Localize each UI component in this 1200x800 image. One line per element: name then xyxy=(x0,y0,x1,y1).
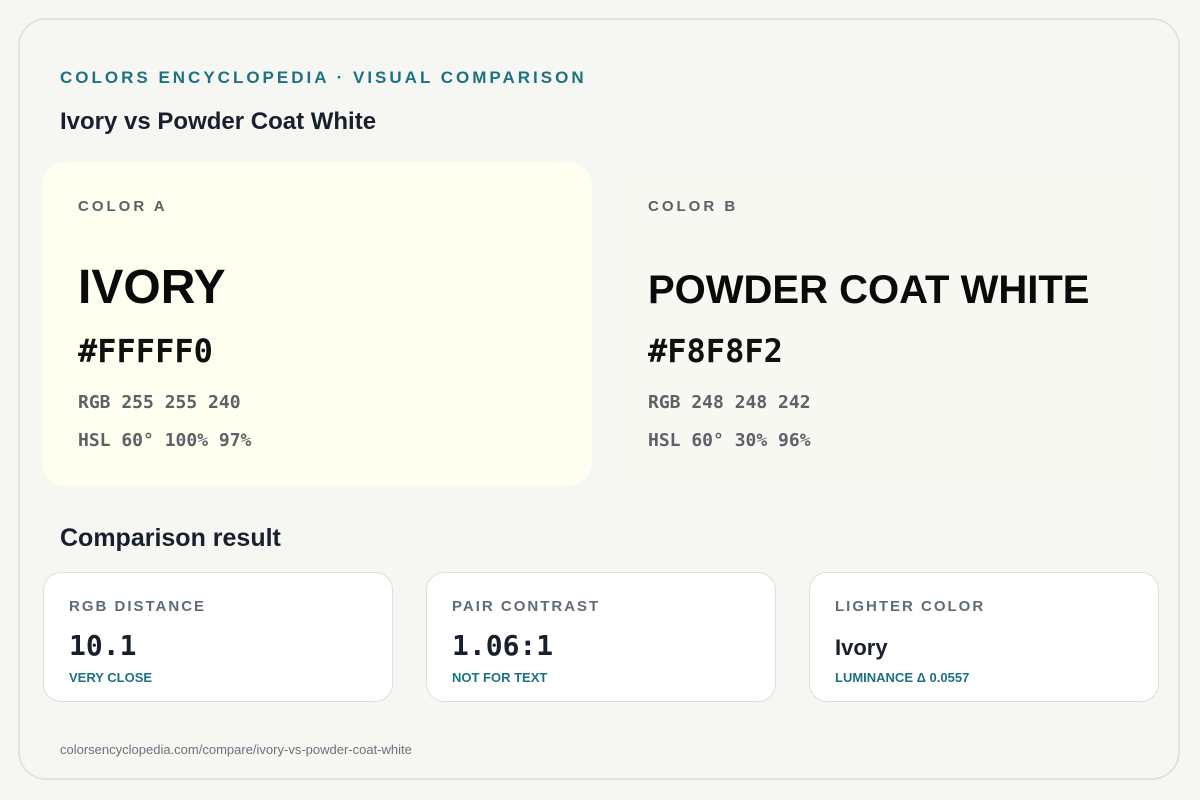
color-a-label: COLOR A xyxy=(78,198,168,215)
comparison-title: Comparison result xyxy=(60,524,281,552)
page-title: Ivory vs Powder Coat White xyxy=(60,108,377,135)
lighter-color-card: LIGHTER COLOR Ivory LUMINANCE Δ 0.0557 xyxy=(809,572,1159,702)
color-a-rgb: RGB 255 255 240 xyxy=(78,392,241,413)
color-b-hex: #F8F8F2 xyxy=(648,332,783,370)
pair-contrast-card: PAIR CONTRAST 1.06:1 NOT FOR TEXT xyxy=(426,572,776,702)
rgb-distance-label: RGB DISTANCE xyxy=(69,598,207,615)
pair-contrast-note: NOT FOR TEXT xyxy=(452,670,548,685)
color-b-hsl: HSL 60° 30% 96% xyxy=(648,430,811,451)
color-b-label: COLOR B xyxy=(648,198,739,215)
color-a-swatch: COLOR A IVORY #FFFFF0 RGB 255 255 240 HS… xyxy=(42,162,592,486)
lighter-color-value: Ivory xyxy=(835,635,888,660)
site-kicker: COLORS ENCYCLOPEDIA · VISUAL COMPARISON xyxy=(60,68,587,87)
color-b-rgb: RGB 248 248 242 xyxy=(648,392,811,413)
pair-contrast-label: PAIR CONTRAST xyxy=(452,598,601,615)
color-a-name: IVORY xyxy=(78,261,226,314)
pair-contrast-value: 1.06:1 xyxy=(452,629,554,662)
color-b-name: POWDER COAT WHITE xyxy=(648,268,1090,312)
lighter-color-note: LUMINANCE Δ 0.0557 xyxy=(835,670,970,685)
rgb-distance-value: 10.1 xyxy=(69,629,137,662)
color-b-swatch: COLOR B POWDER COAT WHITE #F8F8F2 RGB 24… xyxy=(612,162,1162,486)
rgb-distance-card: RGB DISTANCE 10.1 VERY CLOSE xyxy=(43,572,393,702)
footer-url[interactable]: colorsencyclopedia.com/compare/ivory-vs-… xyxy=(60,742,412,757)
color-a-hsl: HSL 60° 100% 97% xyxy=(78,430,252,451)
comparison-frame: COLORS ENCYCLOPEDIA · VISUAL COMPARISON … xyxy=(18,18,1180,780)
lighter-color-label: LIGHTER COLOR xyxy=(835,598,986,615)
color-a-hex: #FFFFF0 xyxy=(78,332,213,370)
rgb-distance-note: VERY CLOSE xyxy=(69,670,153,685)
